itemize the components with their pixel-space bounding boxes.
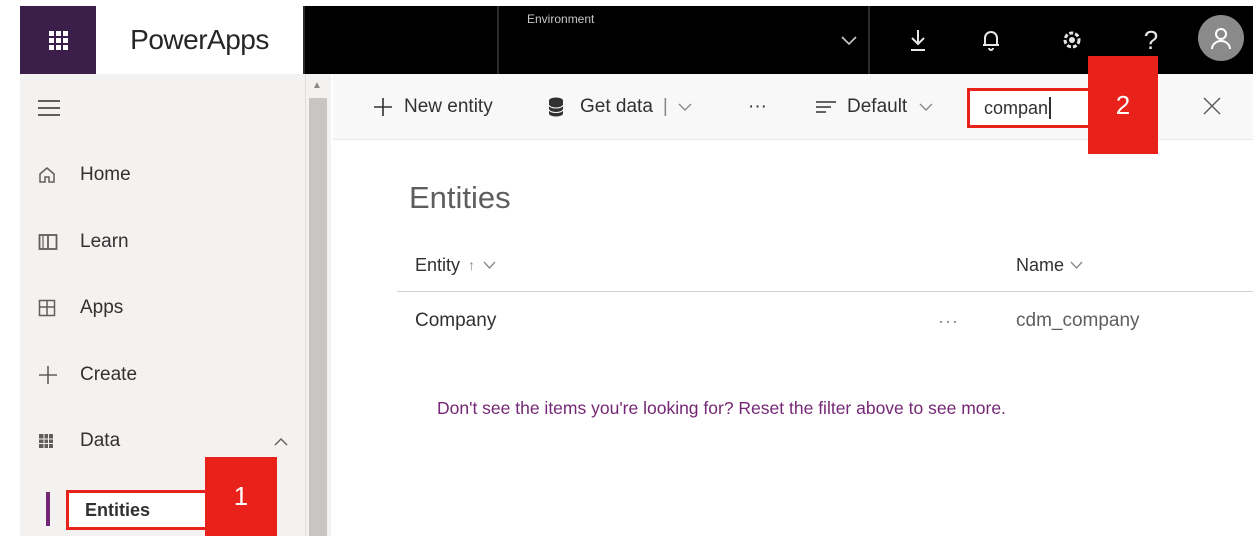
table-row-name: cdm_company bbox=[1016, 310, 1140, 331]
apps-icon bbox=[38, 299, 78, 317]
view-selector[interactable]: Default bbox=[815, 92, 933, 122]
selected-indicator bbox=[46, 492, 50, 526]
column-label: Name bbox=[1016, 254, 1065, 275]
table-row-entity[interactable]: Company bbox=[415, 306, 496, 336]
plus-icon bbox=[38, 365, 78, 385]
sort-ascending-icon: ↑ bbox=[468, 257, 476, 273]
column-label: Entity bbox=[415, 254, 461, 275]
chevron-up-icon[interactable] bbox=[274, 433, 288, 449]
annotation-badge-2: 2 bbox=[1088, 56, 1158, 154]
text-caret bbox=[1049, 97, 1052, 119]
column-header-entity[interactable]: Entity ↑ bbox=[415, 250, 496, 280]
new-entity-label: New entity bbox=[404, 96, 493, 117]
user-icon bbox=[1211, 28, 1231, 50]
filter-lines-icon bbox=[816, 101, 836, 113]
close-icon bbox=[1203, 97, 1221, 115]
top-bar: PowerApps Environment ? bbox=[20, 6, 1253, 74]
app-launcher-button[interactable] bbox=[20, 6, 96, 74]
split-divider: | bbox=[662, 96, 668, 117]
get-data-label: Get data bbox=[580, 96, 653, 117]
scrollbar-thumb[interactable] bbox=[309, 98, 327, 536]
scroll-up-icon[interactable]: ▲ bbox=[312, 80, 322, 91]
sidebar-item-label: Home bbox=[80, 164, 131, 185]
gear-icon bbox=[1063, 31, 1081, 49]
sidebar-item-apps[interactable]: Apps bbox=[20, 283, 310, 333]
download-icon bbox=[911, 30, 925, 51]
divider bbox=[868, 6, 870, 74]
new-entity-button[interactable]: New entity bbox=[372, 92, 493, 122]
sidebar-item-label: Entities bbox=[66, 490, 226, 530]
database-icon bbox=[548, 97, 564, 117]
more-commands-button[interactable]: ··· bbox=[748, 92, 767, 122]
divider bbox=[497, 6, 499, 74]
clear-search-button[interactable] bbox=[1196, 90, 1228, 122]
chevron-down-icon bbox=[1070, 261, 1083, 269]
view-label: Default bbox=[847, 96, 908, 117]
avatar[interactable] bbox=[1198, 15, 1244, 61]
plus-icon bbox=[374, 98, 392, 116]
divider bbox=[303, 6, 305, 74]
sidebar-item-learn[interactable]: Learn bbox=[20, 217, 310, 267]
table-icon bbox=[38, 433, 78, 449]
annotation-badge-1: 1 bbox=[205, 457, 277, 536]
filter-hint: Don't see the items you're looking for? … bbox=[437, 398, 1006, 418]
search-value: compan bbox=[984, 97, 1049, 118]
home-icon bbox=[38, 166, 78, 184]
sidebar-item-create[interactable]: Create bbox=[20, 350, 310, 400]
chevron-down-icon bbox=[483, 261, 496, 269]
sidebar-item-label: Create bbox=[80, 364, 138, 385]
notifications-button[interactable] bbox=[967, 16, 1015, 64]
chevron-down-icon[interactable] bbox=[678, 103, 692, 111]
page-title: Entities bbox=[409, 180, 511, 215]
waffle-icon bbox=[48, 30, 68, 50]
download-button[interactable] bbox=[894, 16, 942, 64]
header-divider bbox=[397, 291, 1253, 292]
app-title[interactable]: PowerApps bbox=[96, 6, 303, 74]
environment-picker-button[interactable] bbox=[836, 24, 862, 58]
chevron-down-icon bbox=[919, 103, 933, 111]
book-icon bbox=[38, 233, 78, 251]
sidebar-item-label: Data bbox=[80, 430, 121, 451]
hamburger-icon[interactable] bbox=[38, 100, 60, 121]
help-icon: ? bbox=[1143, 24, 1159, 55]
get-data-button[interactable]: Get data | bbox=[548, 92, 692, 122]
sidebar-item-label: Apps bbox=[80, 297, 124, 318]
sidebar-item-home[interactable]: Home bbox=[20, 150, 310, 200]
bell-icon bbox=[983, 31, 999, 51]
column-header-name[interactable]: Name bbox=[1016, 250, 1083, 280]
chevron-down-icon bbox=[841, 36, 857, 46]
environment-label: Environment bbox=[527, 12, 595, 26]
sidebar-item-label: Learn bbox=[80, 231, 129, 252]
row-more-button[interactable]: ··· bbox=[938, 306, 959, 336]
